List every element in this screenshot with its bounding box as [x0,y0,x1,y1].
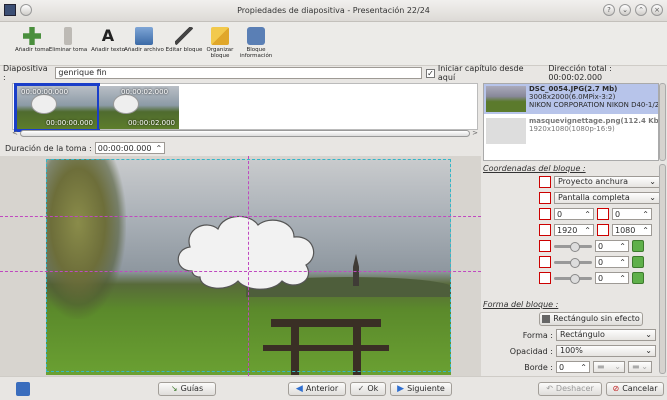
block-info-icon [247,27,265,45]
undo-icon: ↶ [546,384,553,393]
height-icon [597,224,609,236]
undo-button[interactable]: ↶ Deshacer [538,382,602,396]
x-input[interactable]: 0 ⌃ [554,208,594,220]
add-shot-button[interactable]: Añadir toma [12,27,52,53]
height-input[interactable]: 1080 ⌃ [612,224,652,236]
cloud-shape-icon [31,94,57,114]
arrow-right-icon: ▶ [397,384,405,394]
add-file-icon [135,27,153,45]
add-text-button[interactable]: A Añadir texto [88,26,128,54]
shape-section-title: Forma del bloque : [483,300,559,309]
scroll-left-icon[interactable]: < [12,129,18,137]
border-input[interactable]: 0 ⌃ [556,361,590,373]
border-color-select[interactable]: ▬ ⌄ [628,361,652,373]
shot-duration-input[interactable]: 00:00:00.000 ⌃ [94,142,166,154]
add-file-button[interactable]: Añadir archivo [124,27,164,53]
full-screen-icon[interactable] [539,192,551,204]
slide-label: Diapositiva : [3,64,48,82]
delete-shot-icon [64,27,72,45]
shot-duration-row: Duración de la toma : 00:00:00.000 ⌃ [5,142,166,154]
cancel-icon: ⊘ [612,384,620,393]
check-icon: ✓ [357,384,365,393]
width-input[interactable]: 1920 ⌃ [554,224,594,236]
rotate-x-slider[interactable] [554,257,592,268]
arrow-left-icon: ◀ [295,384,303,394]
toolbar: Añadir toma Eliminar toma A Añadir texto… [0,22,667,66]
rotate-x-input[interactable]: 0 ⌃ [595,256,629,268]
rotate-z-input[interactable]: 0 ⌃ [595,240,629,252]
y-input[interactable]: 0 ⌃ [612,208,652,220]
image-list-scrollbar[interactable] [659,83,666,161]
width-icon [539,224,551,236]
guides-button[interactable]: ↘ Guías [158,382,216,396]
filmstrip-thumb[interactable]: 00:00:02.000 00:00:02.000 [99,86,179,129]
properties-panel: DSC_0054.JPG(2.7 Mb) 3008x2000(6.0MPix-3… [481,80,667,376]
organize-block-button[interactable]: Organizar bloque [200,27,240,59]
filmstrip: 00:00:00.000 00:00:00.000 00:00:02.000 0… [12,83,478,132]
filmstrip-scrollbar[interactable]: < > [12,129,478,137]
ok-button[interactable]: ✓ Ok [350,382,386,396]
list-item[interactable]: DSC_0054.JPG(2.7 Mb) 3008x2000(6.0MPix-3… [484,84,658,114]
delete-shot-button[interactable]: Eliminar toma [48,27,88,53]
panel-scrollbar[interactable] [659,164,666,374]
chapter-checkbox[interactable]: ✓ [425,68,435,78]
rotate-z-slider[interactable] [554,241,592,252]
filmstrip-thumb[interactable]: 00:00:00.000 00:00:00.000 [14,83,100,132]
coords-section-title: Coordenadas del bloque : [483,164,586,173]
lock-ratio-icon[interactable] [539,176,551,188]
window-title: Propiedades de diapositiva - Presentació… [237,6,430,15]
slide-canvas[interactable] [0,156,481,376]
block-info-button[interactable]: Bloque información [236,27,276,59]
rotate-y-input[interactable]: 0 ⌃ [595,272,629,284]
reset-icon[interactable] [632,256,644,268]
spinner-icon[interactable]: ⌃ [155,144,162,153]
rotate-z-icon [539,240,551,252]
cloud-shape-icon [113,94,139,114]
image-thumbnail [486,86,526,112]
add-shot-icon [23,27,41,45]
scroll-right-icon[interactable]: > [472,129,478,137]
position-y-icon [597,208,609,220]
maximize-icon[interactable]: ⌃ [635,4,647,16]
rotate-x-icon [539,256,551,268]
opacity-select[interactable]: 100% ⌄ [556,345,656,357]
shape-form-select[interactable]: Rectángulo ⌄ [556,329,656,341]
reset-icon[interactable] [632,240,644,252]
rotate-y-slider[interactable] [554,273,592,284]
slide-name-row: Diapositiva : genrique fin ✓ Iniciar cap… [0,64,667,82]
cancel-button[interactable]: ⊘ Cancelar [606,382,664,396]
minimize-icon[interactable]: ⌄ [619,4,631,16]
list-item[interactable]: masquevignettage.png(112.4 Kb) 1920x1080… [484,116,658,146]
add-text-icon: A [101,26,115,45]
organize-block-icon [211,27,229,45]
shot-duration-label: Duración de la toma : [5,143,92,153]
next-button[interactable]: ▶ Siguiente [390,382,452,396]
image-thumbnail [486,118,526,144]
edit-block-icon [175,27,193,45]
bottom-bar: ↘ Guías ◀ Anterior ✓ Ok ▶ Siguiente ↶ De… [0,376,667,400]
previous-button[interactable]: ◀ Anterior [288,382,346,396]
rotate-y-icon [539,272,551,284]
guides-icon: ↘ [170,384,178,393]
border-style-select[interactable]: ▬ ⌄ [593,361,625,373]
close-icon[interactable]: × [651,4,663,16]
position-x-icon [539,208,551,220]
image-list: DSC_0054.JPG(2.7 Mb) 3008x2000(6.0MPix-3… [483,83,659,161]
title-bar: Propiedades de diapositiva - Presentació… [0,0,667,22]
help-icon[interactable]: ? [603,4,615,16]
reset-icon[interactable] [632,272,644,284]
edit-block-button[interactable]: Editar bloque [164,27,204,53]
project-width-select[interactable]: Proyecto anchura ⌄ [554,176,660,188]
help-icon[interactable] [16,382,30,396]
slide-name-input[interactable]: genrique fin [55,67,422,79]
full-screen-select[interactable]: Pantalla completa ⌄ [554,192,660,204]
shape-effect-button[interactable]: Rectángulo sin efecto [539,312,643,326]
frame-icon [542,315,551,323]
